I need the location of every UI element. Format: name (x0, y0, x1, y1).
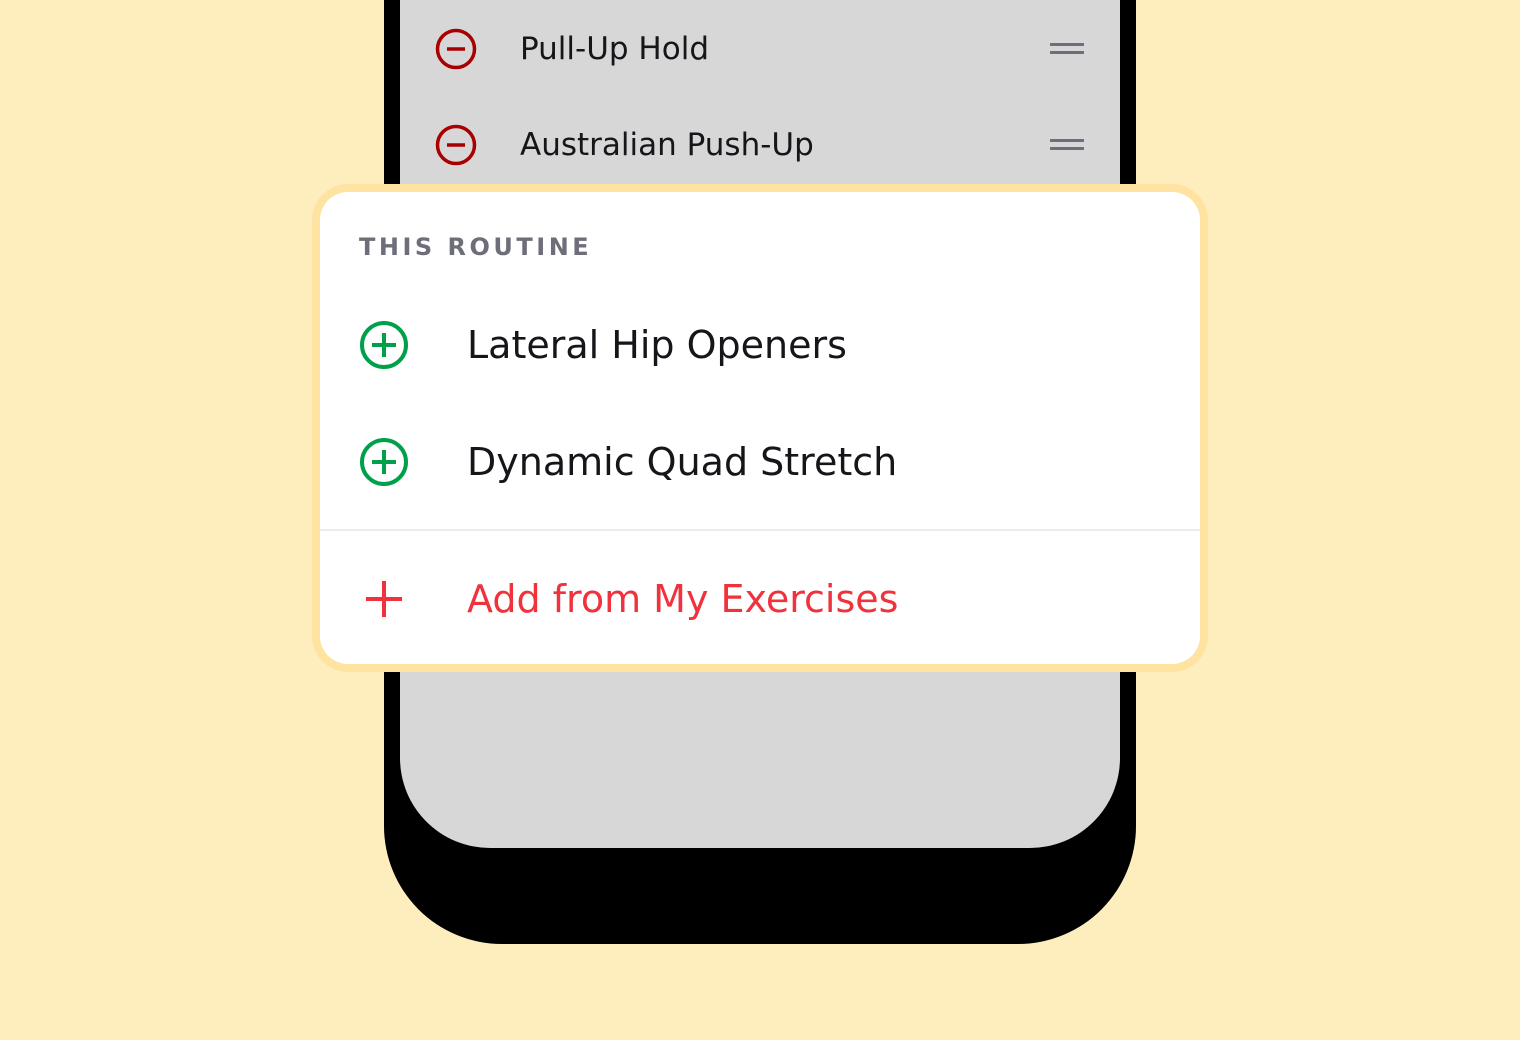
suggested-exercise-label: Dynamic Quad Stretch (467, 440, 898, 484)
add-exercise-popover: THIS ROUTINE Lateral Hip Openers Dynamic… (320, 192, 1200, 664)
section-title: THIS ROUTINE (359, 233, 593, 261)
suggested-exercise-item[interactable]: Lateral Hip Openers (358, 319, 1158, 371)
minus-circle-icon[interactable] (434, 123, 478, 167)
divider (320, 529, 1200, 531)
routine-item-label: Pull-Up Hold (520, 31, 709, 67)
add-from-my-exercises-button[interactable]: Add from My Exercises (364, 573, 1164, 625)
suggested-exercise-label: Lateral Hip Openers (467, 323, 847, 367)
suggested-exercise-item[interactable]: Dynamic Quad Stretch (358, 436, 1158, 488)
minus-circle-icon[interactable] (434, 27, 478, 71)
routine-item[interactable]: Pull-Up Hold (434, 26, 1084, 72)
drag-handle-icon[interactable] (1050, 42, 1084, 56)
routine-item-label: Australian Push-Up (520, 127, 814, 163)
plus-icon (366, 581, 402, 617)
plus-circle-icon[interactable] (358, 436, 410, 488)
routine-item[interactable]: Australian Push-Up (434, 122, 1084, 168)
plus-circle-icon[interactable] (358, 319, 410, 371)
add-from-my-exercises-label: Add from My Exercises (467, 577, 899, 621)
drag-handle-icon[interactable] (1050, 138, 1084, 152)
